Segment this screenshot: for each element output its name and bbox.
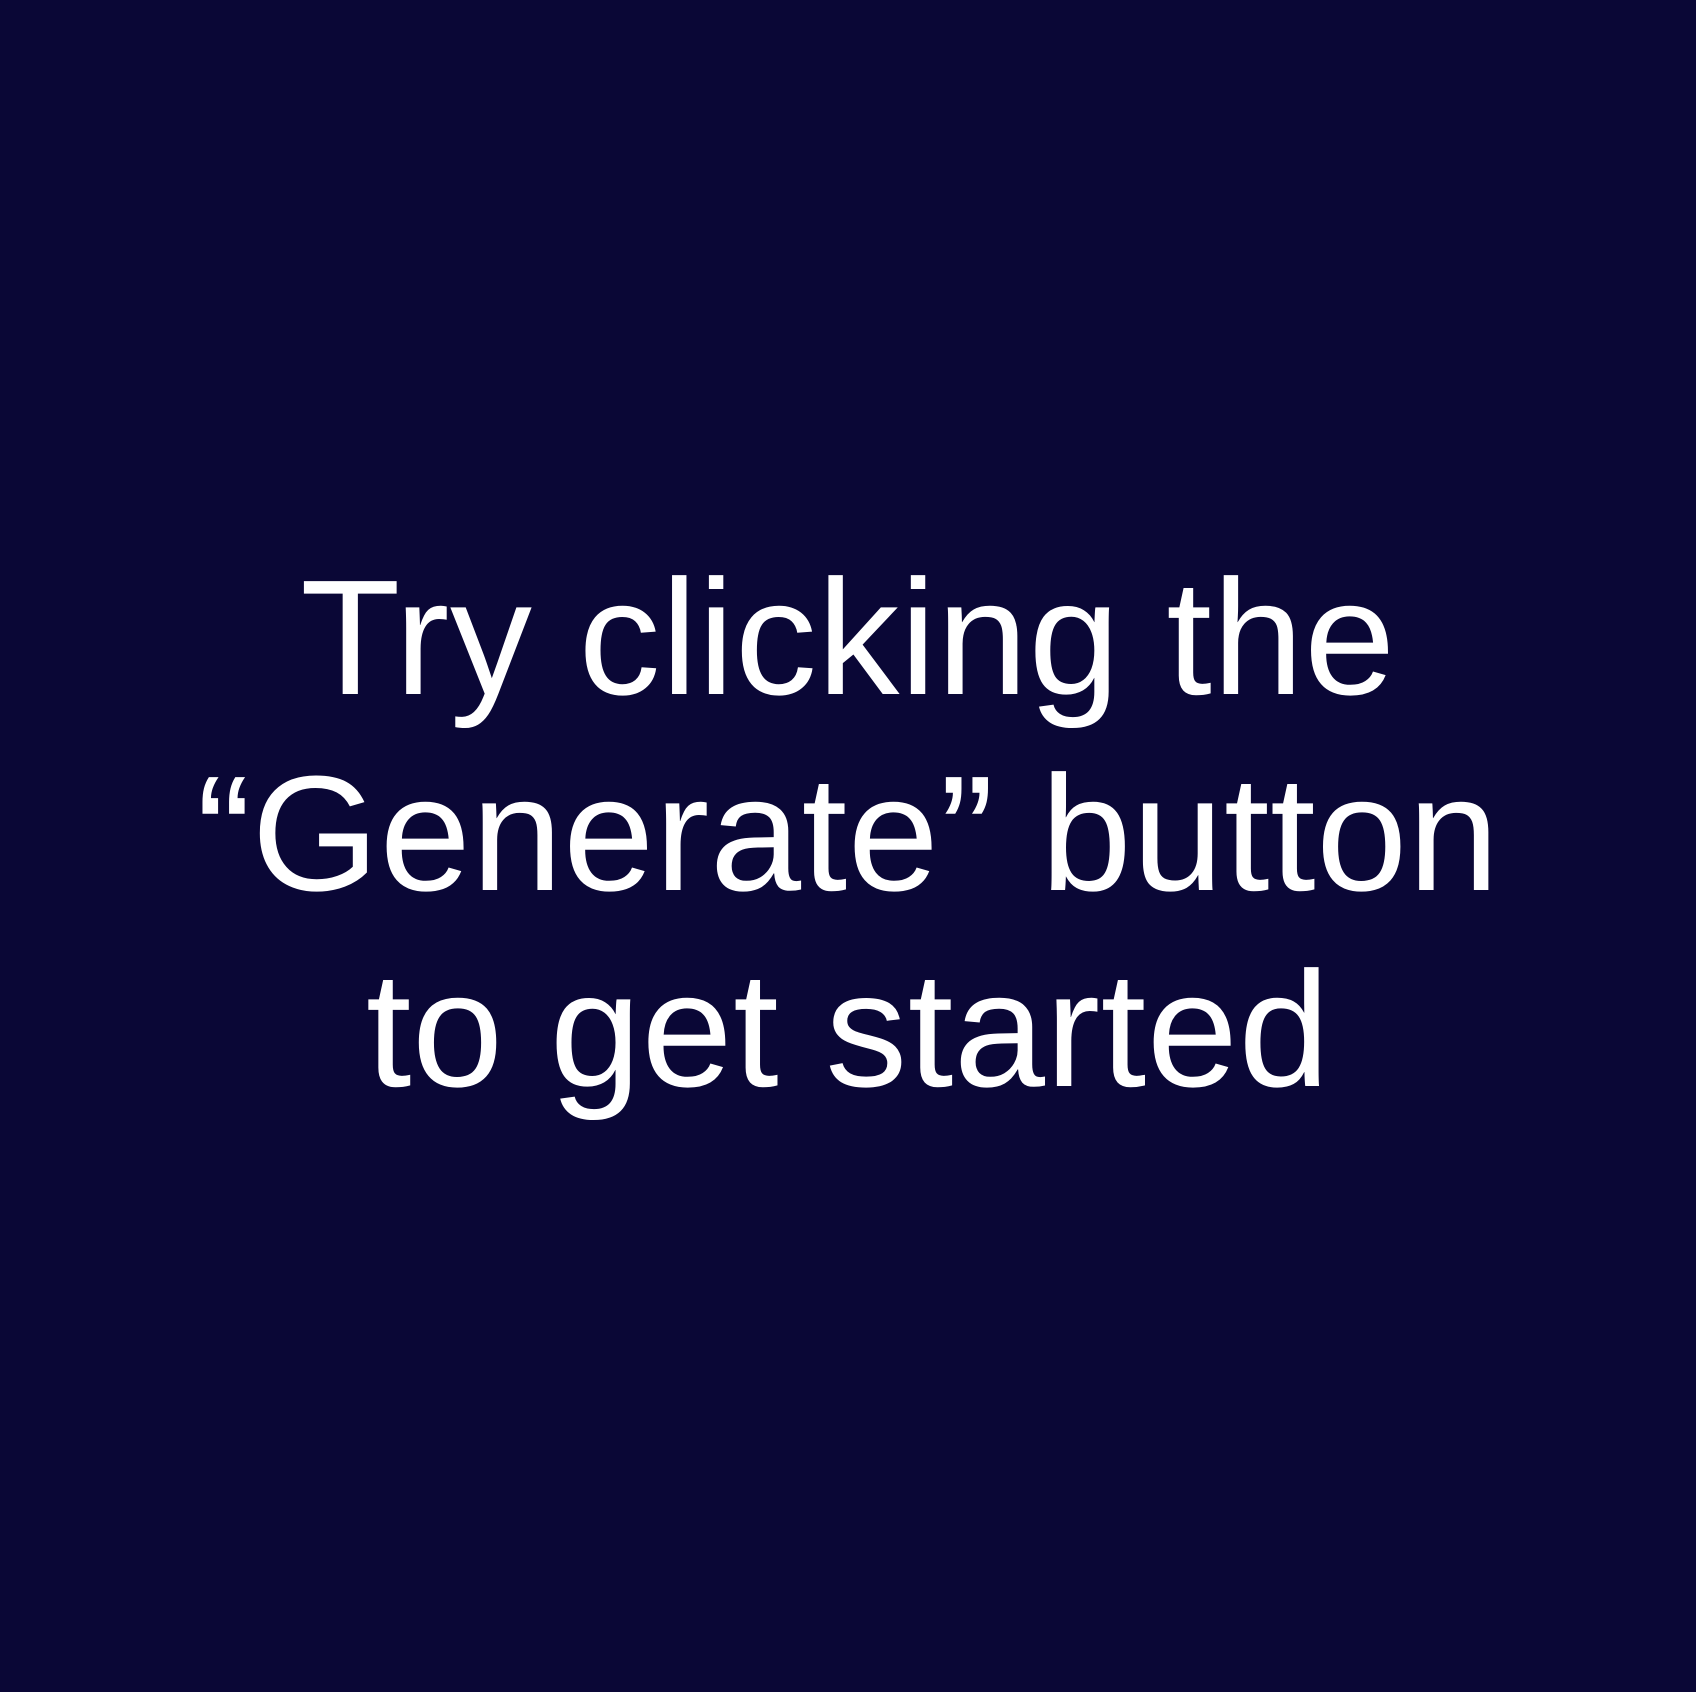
- empty-state-message: Try clicking the “Generate” button to ge…: [0, 540, 1696, 1128]
- message-line-2: “Generate” button: [196, 742, 1500, 925]
- message-line-3: to get started: [365, 938, 1331, 1121]
- message-line-1: Try clicking the: [300, 546, 1396, 729]
- empty-state-panel: Try clicking the “Generate” button to ge…: [0, 0, 1696, 1692]
